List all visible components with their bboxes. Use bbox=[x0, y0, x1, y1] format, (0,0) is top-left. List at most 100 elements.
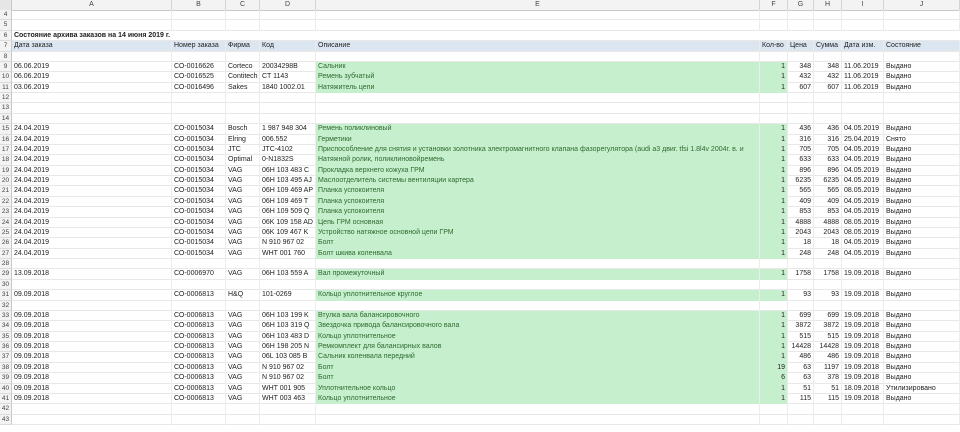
table-row[interactable]: 24.04.2019 СО-0015034 VAG 06H 109 469 T План… bbox=[12, 196, 960, 208]
table-cell[interactable]: Выдано bbox=[884, 186, 960, 197]
empty-cell[interactable] bbox=[226, 300, 260, 311]
empty-cell[interactable] bbox=[12, 300, 172, 311]
empty-cell[interactable] bbox=[172, 404, 226, 415]
empty-cell[interactable] bbox=[842, 103, 884, 114]
empty-cell[interactable] bbox=[226, 20, 260, 31]
table-cell[interactable]: Вал промежуточный bbox=[316, 269, 760, 280]
row-header[interactable]: 37 bbox=[0, 352, 12, 363]
empty-cell[interactable] bbox=[884, 10, 960, 21]
table-cell[interactable]: 18.09.2018 bbox=[842, 383, 884, 394]
empty-cell[interactable] bbox=[842, 300, 884, 311]
table-cell[interactable]: 04.05.2019 bbox=[842, 207, 884, 218]
row-header[interactable]: 42 bbox=[0, 404, 12, 415]
table-cell[interactable]: 06H 109 469 T bbox=[260, 196, 316, 208]
table-cell[interactable]: 06H 103 495 AJ bbox=[260, 176, 316, 187]
table-cell[interactable]: Сальник bbox=[316, 61, 760, 73]
table-cell[interactable]: N 910 967 02 bbox=[260, 373, 316, 384]
table-cell[interactable]: 1 bbox=[760, 238, 788, 249]
table-cell[interactable]: Снято bbox=[884, 134, 960, 145]
table-cell[interactable]: СО-0006813 bbox=[172, 321, 226, 332]
table-cell[interactable]: 486 bbox=[814, 352, 842, 363]
table-cell[interactable]: 896 bbox=[788, 165, 814, 176]
table-cell[interactable]: 04.05.2019 bbox=[842, 196, 884, 208]
empty-cell[interactable] bbox=[884, 279, 960, 291]
empty-cell[interactable] bbox=[788, 279, 814, 291]
empty-cell[interactable] bbox=[226, 414, 260, 425]
empty-cell[interactable] bbox=[842, 51, 884, 62]
table-cell[interactable]: 06H 103 483 C bbox=[260, 165, 316, 176]
empty-cell[interactable] bbox=[842, 113, 884, 125]
table-row[interactable]: 24.04.2019 СО-0015034 Bosch 1 987 948 304 Ре… bbox=[12, 124, 960, 135]
empty-cell[interactable] bbox=[260, 10, 316, 21]
table-cell[interactable]: 24.04.2019 bbox=[12, 186, 172, 197]
table-row[interactable]: 09.09.2018 СО-0006813 VAG 06H 198 205 N Ремк… bbox=[12, 342, 960, 353]
row-header[interactable]: 29 bbox=[0, 269, 12, 280]
table-cell[interactable]: Выдано bbox=[884, 331, 960, 342]
table-row[interactable] bbox=[12, 10, 960, 21]
empty-cell[interactable] bbox=[260, 113, 316, 125]
empty-cell[interactable] bbox=[316, 93, 760, 104]
empty-cell[interactable] bbox=[226, 103, 260, 114]
empty-cell[interactable] bbox=[788, 103, 814, 114]
table-cell[interactable]: 115 bbox=[788, 393, 814, 405]
empty-cell[interactable] bbox=[172, 113, 226, 125]
table-cell[interactable]: VAG bbox=[226, 383, 260, 394]
table-cell[interactable]: Sakes bbox=[226, 82, 260, 93]
empty-cell[interactable] bbox=[172, 20, 226, 31]
table-cell[interactable]: 09.09.2018 bbox=[12, 290, 172, 301]
table-row[interactable]: 09.09.2018 СО-0006813 VAG N 910 967 02 Болт 6… bbox=[12, 373, 960, 384]
row-header[interactable]: 17 bbox=[0, 144, 12, 156]
table-cell[interactable]: 19.09.2018 bbox=[842, 373, 884, 384]
row-header[interactable]: 10 bbox=[0, 72, 12, 83]
empty-cell[interactable] bbox=[226, 93, 260, 104]
table-cell[interactable]: СО-0006813 bbox=[172, 373, 226, 384]
table-cell[interactable]: 63 bbox=[788, 373, 814, 384]
table-cell[interactable]: Прокладка верхнего кожуха ГРМ bbox=[316, 165, 760, 176]
table-cell[interactable]: 248 bbox=[814, 248, 842, 259]
table-row[interactable]: 24.04.2019 СО-0015034 VAG 06H 103 483 C Прок… bbox=[12, 165, 960, 176]
row-header[interactable]: 21 bbox=[0, 186, 12, 197]
table-row[interactable]: 24.04.2019 СО-0015034 VAG WHT 001 760 Болт ш… bbox=[12, 248, 960, 259]
row-header[interactable]: 12 bbox=[0, 93, 12, 104]
table-cell[interactable]: СО-0006813 bbox=[172, 331, 226, 342]
table-row[interactable]: 09.09.2018 СО-0006813 VAG WHT 001 905 Уплотн… bbox=[12, 383, 960, 394]
table-cell[interactable]: Натяжной ролик, поликлиновойремень bbox=[316, 155, 760, 166]
table-cell[interactable]: Кольцо уплотнительное круглое bbox=[316, 290, 760, 301]
empty-cell[interactable] bbox=[172, 51, 226, 62]
table-row[interactable]: 09.09.2018 СО-0006813 VAG 06H 103 319 Q Звез… bbox=[12, 321, 960, 332]
table-cell[interactable]: СО-0006813 bbox=[172, 393, 226, 405]
table-row[interactable]: 24.04.2019 СО-0015034 VAG 06K 109 467 K Устр… bbox=[12, 227, 960, 239]
table-row[interactable] bbox=[12, 93, 960, 104]
header-cell[interactable]: Код bbox=[260, 41, 316, 52]
row-header[interactable]: 33 bbox=[0, 310, 12, 322]
table-cell[interactable]: Elring bbox=[226, 134, 260, 145]
table-cell[interactable]: СО-0015034 bbox=[172, 134, 226, 145]
empty-cell[interactable] bbox=[260, 103, 316, 114]
table-cell[interactable]: 1758 bbox=[814, 269, 842, 280]
table-cell[interactable]: Натяжитель цепи bbox=[316, 82, 760, 93]
table-cell[interactable]: СО-0015034 bbox=[172, 165, 226, 176]
table-cell[interactable]: СО-0016496 bbox=[172, 82, 226, 93]
table-cell[interactable]: 1 bbox=[760, 331, 788, 342]
table-cell[interactable]: 378 bbox=[814, 373, 842, 384]
table-cell[interactable]: VAG bbox=[226, 165, 260, 176]
table-cell[interactable]: 1 bbox=[760, 72, 788, 83]
table-cell[interactable]: 06K 109 467 K bbox=[260, 227, 316, 239]
table-cell[interactable]: 1 bbox=[760, 248, 788, 259]
table-cell[interactable]: 1 bbox=[760, 155, 788, 166]
empty-cell[interactable] bbox=[12, 414, 172, 425]
table-cell[interactable]: 1 bbox=[760, 269, 788, 280]
table-cell[interactable]: Выдано bbox=[884, 238, 960, 249]
table-cell[interactable]: 1 bbox=[760, 321, 788, 332]
table-cell[interactable]: 06H 103 559 A bbox=[260, 269, 316, 280]
row-header[interactable]: 4 bbox=[0, 10, 12, 21]
empty-cell[interactable] bbox=[760, 404, 788, 415]
empty-cell[interactable] bbox=[814, 10, 842, 21]
empty-cell[interactable] bbox=[760, 10, 788, 21]
table-cell[interactable]: VAG bbox=[226, 321, 260, 332]
empty-cell[interactable] bbox=[172, 300, 226, 311]
table-row[interactable] bbox=[12, 113, 960, 125]
table-cell[interactable]: 1 bbox=[760, 342, 788, 353]
table-cell[interactable]: 19.09.2018 bbox=[842, 269, 884, 280]
table-cell[interactable]: VAG bbox=[226, 207, 260, 218]
